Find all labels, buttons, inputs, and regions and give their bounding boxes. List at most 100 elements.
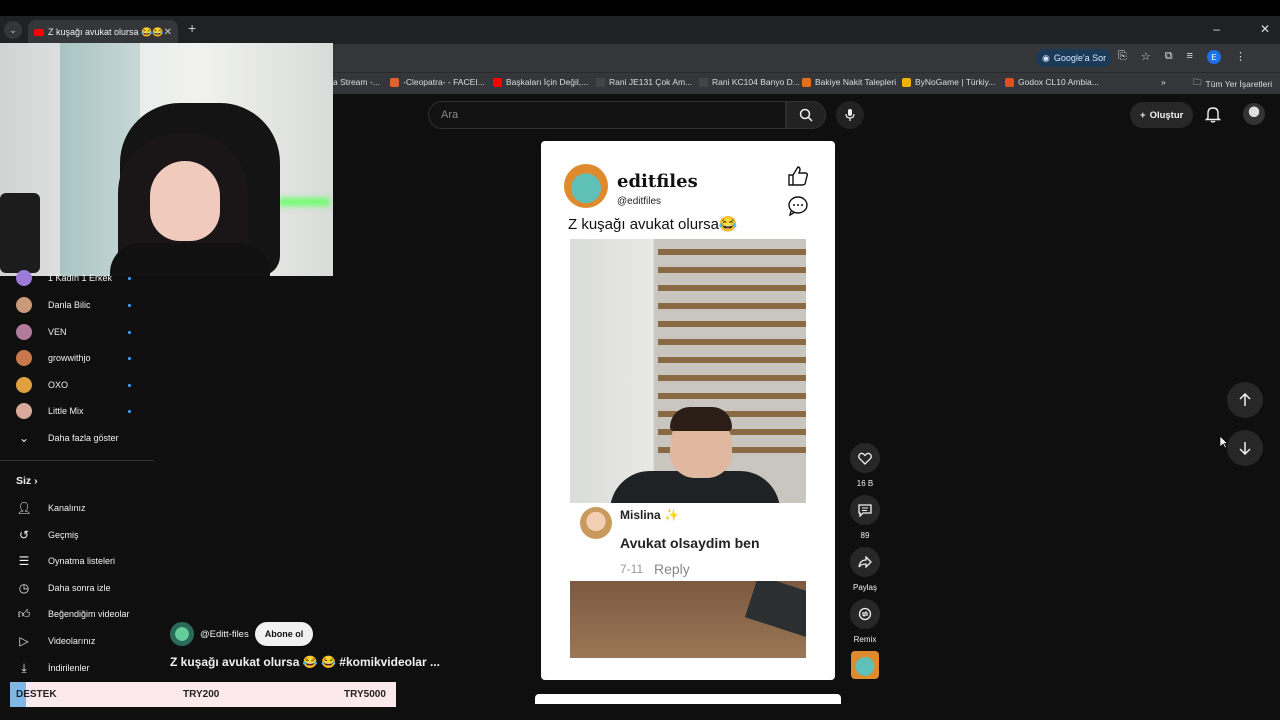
tab-search-button[interactable]: ⌄ <box>4 21 22 39</box>
sidebar-subscription[interactable]: Danla Bilic <box>0 292 154 318</box>
avatar <box>16 377 32 393</box>
search-button[interactable] <box>786 101 826 129</box>
share-button[interactable]: Paylaş <box>849 547 881 592</box>
remix-label: Remix <box>853 635 877 644</box>
account-avatar[interactable] <box>1243 103 1265 125</box>
voice-search-button[interactable] <box>836 101 864 129</box>
channel-avatar[interactable] <box>170 622 194 646</box>
share-label: Paylaş <box>852 583 877 592</box>
video-title[interactable]: Z kuşağı avukat olursa 😂 😂 #komikvideola… <box>170 655 440 669</box>
short-channel-handle: @editfiles <box>617 196 662 207</box>
google-ask-button[interactable]: ◉ Google'a Sor <box>1036 49 1113 67</box>
address-icons: ⎘ ☆ ⧉ ≡ E ⋮ <box>1118 50 1246 64</box>
comment-icon <box>858 503 872 517</box>
folder-icon: 🗀 <box>1193 77 1202 87</box>
bookmark-item[interactable]: Godox CL10 Ambia... <box>1005 77 1099 87</box>
window-controls: – ✕ <box>1213 22 1270 36</box>
arrow-down-icon <box>1239 442 1251 455</box>
sidebar-item-playlists[interactable]: ☰ Oynatma listeleri <box>0 548 154 574</box>
tab-title: Z kuşağı avukat olursa 😂😂 <box>48 26 164 37</box>
notifications-button[interactable] <box>1204 105 1222 128</box>
next-short-preview[interactable] <box>535 694 841 704</box>
webcam-overlay <box>0 43 333 276</box>
avatar <box>16 270 32 286</box>
bookmark-item[interactable]: Rani KC104 Banyo D... <box>699 77 800 87</box>
sidebar-item-history[interactable]: ↺ Geçmiş <box>0 522 154 548</box>
download-icon: ⤓ <box>21 661 27 675</box>
heart-icon <box>858 452 872 465</box>
install-icon[interactable]: ⎘ <box>1118 50 1127 64</box>
bookmark-item[interactable]: ByNoGame | Türkiy... <box>902 77 995 87</box>
comment-avatar <box>580 507 612 539</box>
more-bookmarks-icon[interactable]: » <box>1161 77 1166 87</box>
window-blind <box>658 303 806 309</box>
bookmark-item[interactable]: a Stream -... <box>333 77 380 87</box>
sidebar-subscription[interactable]: 1 Kadın 1 Erkek <box>0 265 154 291</box>
short-video-player[interactable]: editfiles @editfiles Z kuşağı avukat olu… <box>541 141 835 680</box>
share-icon <box>858 556 872 568</box>
close-window-icon[interactable]: ✕ <box>1260 22 1270 36</box>
like-icon: 👍︎ <box>17 607 31 621</box>
previous-short-button[interactable] <box>1227 382 1263 418</box>
video-person-hair <box>670 407 732 431</box>
short-channel-name: editfiles <box>617 171 698 192</box>
window-blind <box>658 285 806 291</box>
sidebar-subscription[interactable]: OXO <box>0 372 154 398</box>
video-channel-info: @Editt-files Abone ol <box>170 622 314 646</box>
sidebar-subscription[interactable]: Little Mix <box>0 398 154 424</box>
sidebar-item-channel[interactable]: 👤︎ Kanalınız <box>0 495 154 521</box>
playlist-icon: ☰ <box>18 554 30 568</box>
comment-text: Avukat olsaydim ben <box>620 535 760 551</box>
close-tab-icon[interactable]: ✕ <box>164 27 172 38</box>
short-video-frame <box>570 239 806 503</box>
search-input[interactable]: Ara <box>428 101 786 129</box>
star-icon[interactable]: ☆ <box>1141 50 1151 64</box>
short-caption: Z kuşağı avukat olursa😂 <box>568 216 738 233</box>
donation-goal: TRY5000 <box>344 689 386 700</box>
create-button[interactable]: + Oluştur <box>1130 102 1194 128</box>
sidebar-item-downloads[interactable]: ⤓ İndirilenler <box>0 655 154 681</box>
remix-button[interactable]: Remix <box>849 599 881 644</box>
window-blind <box>658 357 806 363</box>
you-section-header[interactable]: Siz › <box>16 475 38 487</box>
sidebar-item-your-videos[interactable]: ▷ Videolarınız <box>0 628 154 654</box>
history-icon: ↺ <box>18 528 30 542</box>
next-short-button[interactable] <box>1227 430 1263 466</box>
sidebar-subscription[interactable]: VEN <box>0 319 154 345</box>
window-blind <box>658 375 806 381</box>
tab-bar: ⌄ Z kuşağı avukat olursa 😂😂 ✕ + – ✕ <box>0 16 1280 44</box>
lens-icon: ◉ <box>1042 52 1050 63</box>
donation-goal-bar: DESTEK TRY200 TRY5000 <box>10 682 396 707</box>
new-tab-button[interactable]: + <box>188 20 196 36</box>
video-comment-overlay: Mislina ✨ Avukat olsaydim ben 7-11 Reply <box>570 503 806 581</box>
bookmark-favicon-icon <box>493 77 502 87</box>
sound-avatar[interactable] <box>851 651 879 679</box>
short-video-frame-lower <box>570 581 806 658</box>
show-more-button[interactable]: ⌄ Daha fazla göster <box>0 425 154 451</box>
channel-name[interactable]: @Editt-files <box>200 629 249 640</box>
subscribe-button[interactable]: Abone ol <box>254 622 314 646</box>
bookmark-item[interactable]: Başkaları İçin Değil,... <box>493 77 588 87</box>
comments-button[interactable]: 89 <box>849 495 881 540</box>
extensions-icon[interactable]: ⧉ <box>1165 50 1173 64</box>
youtube-icon <box>34 28 44 36</box>
like-button[interactable]: 16 B <box>849 443 881 488</box>
sidebar-item-watch-later[interactable]: ◷ Daha sonra izle <box>0 575 154 601</box>
minimize-icon[interactable]: – <box>1213 22 1220 36</box>
bookmark-favicon-icon <box>802 77 811 87</box>
bookmark-item[interactable]: Bakiye Nakit Talepleri <box>802 77 896 87</box>
sidebar-subscription[interactable]: growwithjo <box>0 345 154 371</box>
bookmark-item[interactable]: -Cleopatra- - FACEI... <box>390 77 485 87</box>
browser-tab[interactable]: Z kuşağı avukat olursa 😂😂 ✕ <box>28 20 178 44</box>
bookmark-favicon-icon <box>390 77 399 87</box>
arrow-up-icon <box>1239 393 1251 406</box>
bookmark-item[interactable]: Rani JE131 Çok Am... <box>596 77 692 87</box>
all-bookmarks[interactable]: 🗀 Tüm Yer İşaretleri <box>1193 77 1272 91</box>
new-content-dot <box>128 409 131 413</box>
media-icon[interactable]: ≡ <box>1187 50 1193 64</box>
chevron-down-icon: ⌄ <box>18 431 30 445</box>
sidebar-item-liked[interactable]: 👍︎ Beğendiğim videolar <box>0 601 154 627</box>
menu-icon[interactable]: ⋮ <box>1235 50 1246 64</box>
profile-icon[interactable]: E <box>1206 50 1221 64</box>
window-blind <box>658 339 806 345</box>
